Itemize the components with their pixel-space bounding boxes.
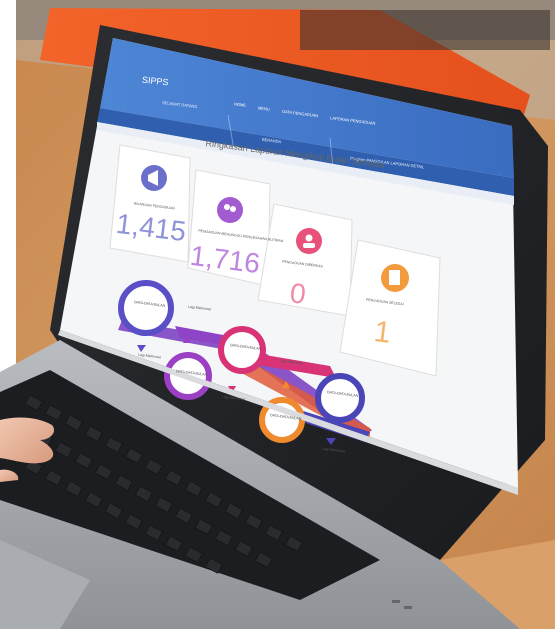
card-3 xyxy=(257,203,353,317)
laptop-photo xyxy=(0,0,555,629)
timeline-circle-5 xyxy=(315,373,365,423)
people-icon xyxy=(217,197,243,223)
card-4 xyxy=(339,239,441,377)
timeline-circle-1 xyxy=(118,280,174,336)
